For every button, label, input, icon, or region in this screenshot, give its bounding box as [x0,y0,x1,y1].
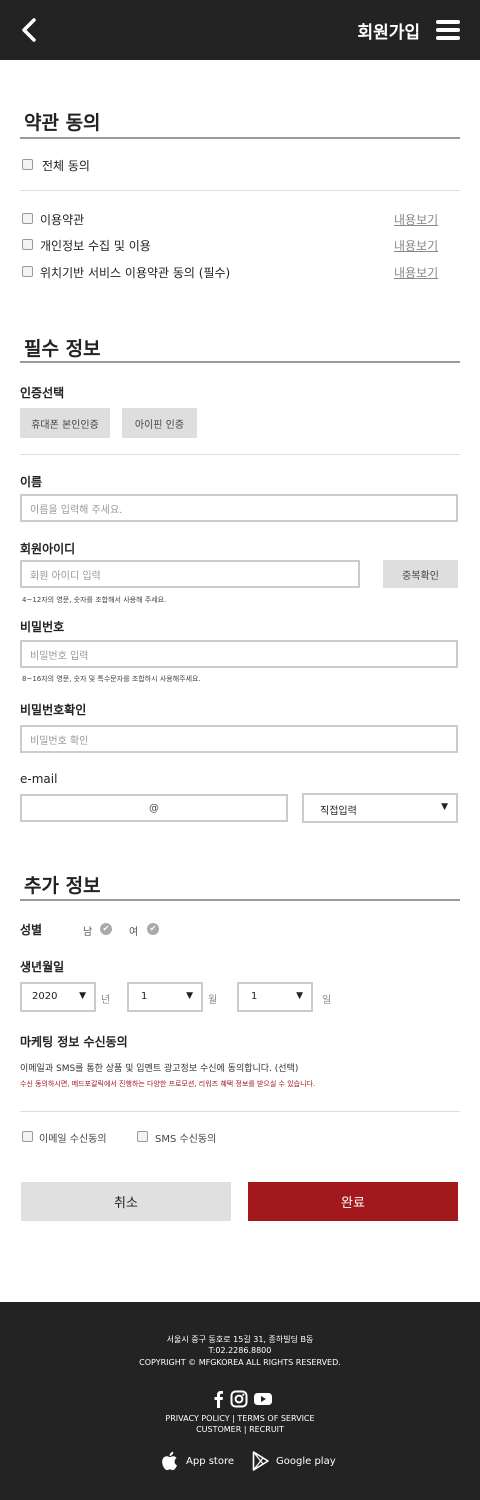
privacy-checkbox[interactable] [22,239,33,250]
id-input[interactable]: 회원 아이디 입력 [20,560,360,588]
section-divider [20,137,460,139]
dropdown-arrow-icon: ▼ [296,991,303,1001]
footer-links-secondary[interactable]: CUSTOMER | RECRUIT [0,1425,480,1434]
app-store-label: App store [186,1455,235,1467]
top-header: 회원가입 [0,0,480,60]
day-unit: 일 [322,995,332,1006]
year-unit: 년 [101,995,111,1006]
instagram-icon[interactable] [230,1390,248,1408]
id-label: 회원아이디 [20,542,76,556]
sms-consent-checkbox[interactable] [137,1131,148,1142]
agree-all-label: 전체 동의 [42,159,90,173]
footer: 서울시 중구 동호로 15길 31, 종하빌딩 B동 T:02.2286.880… [0,1302,480,1500]
divider [20,454,460,455]
location-label: 위치기반 서비스 이용약관 동의 (필수) [40,266,231,280]
page-title: 회원가입 [357,23,420,43]
footer-copyright: COPYRIGHT © MFGKOREA ALL RIGHTS RESERVED… [139,1358,341,1367]
cancel-button[interactable]: 취소 [21,1182,231,1221]
email-domain-select[interactable]: 직접입력 ▼ [302,793,458,823]
birth-day-value: 1 [251,991,258,1002]
birth-day-select[interactable]: 1 ▼ [237,982,313,1012]
month-unit: 월 [208,995,218,1006]
password-input[interactable]: 비밀번호 입력 [20,640,458,668]
facebook-icon[interactable] [210,1390,228,1408]
terms-section-title: 약관 동의 [24,112,101,134]
google-play-icon [252,1451,269,1471]
name-label: 이름 [20,475,43,489]
email-domain-value: 직접입력 [320,806,357,817]
female-label: 여 [129,927,139,938]
birth-month-select[interactable]: 1 ▼ [127,982,203,1012]
id-help-text: 4~12자의 영문, 숫자를 조합해서 사용해 주세요. [22,596,167,604]
password-confirm-input[interactable]: 비밀번호 확인 [20,725,458,753]
required-section-title: 필수 정보 [24,338,101,360]
hamburger-menu-icon[interactable] [436,20,460,40]
email-consent-label: 이메일 수신동의 [39,1134,107,1145]
google-play-label: Google play [276,1455,336,1467]
divider [20,190,460,191]
app-store-link[interactable]: App store [160,1450,234,1472]
privacy-view-link[interactable]: 내용보기 [394,237,438,254]
name-input[interactable]: 이름을 입력해 주세요. [20,494,458,522]
ipin-auth-button[interactable]: 아이핀 인증 [122,408,197,438]
birth-month-value: 1 [141,991,148,1002]
id-check-button[interactable]: 중복확인 [383,560,458,588]
google-play-link[interactable]: Google play [252,1450,336,1472]
chevron-left-icon[interactable] [16,14,44,46]
done-button[interactable]: 완료 [248,1182,458,1221]
dropdown-arrow-icon: ▼ [186,991,193,1001]
dropdown-arrow-icon: ▼ [441,802,448,812]
footer-tel: T:02.2286.8800 [208,1346,272,1355]
youtube-icon[interactable] [253,1390,273,1408]
phone-auth-button[interactable]: 휴대폰 본인인증 [20,408,110,438]
sms-consent-label: SMS 수신동의 [155,1134,217,1145]
agree-all-checkbox[interactable] [22,159,33,170]
apple-icon [162,1451,177,1471]
section-divider [20,361,460,363]
section-divider [20,899,460,901]
male-label: 남 [83,927,93,938]
footer-links-primary[interactable]: PRIVACY POLICY | TERMS OF SERVICE [0,1414,480,1423]
terms-view-link[interactable]: 내용보기 [394,211,438,228]
password-help-text: 8~16자의 영문, 숫자 및 특수문자를 조합하시 사용해주세요. [22,675,201,683]
divider [20,1111,460,1112]
location-view-link[interactable]: 내용보기 [394,264,438,281]
birth-year-select[interactable]: 2020 ▼ [20,982,96,1012]
password-label: 비밀번호 [20,620,65,634]
email-input[interactable]: @ [20,794,288,822]
terms-checkbox[interactable] [22,213,33,224]
privacy-label: 개인정보 수집 및 이용 [40,239,151,253]
female-check-icon[interactable]: ✔ [147,923,159,935]
email-consent-checkbox[interactable] [22,1131,33,1142]
footer-address: 서울시 중구 동호로 15길 31, 종하빌딩 B동 [166,1335,314,1344]
birth-year-value: 2020 [32,991,58,1002]
marketing-label: 마케팅 정보 수신동의 [20,1035,128,1049]
terms-label: 이용약관 [40,213,85,227]
password-confirm-label: 비밀번호확인 [20,703,87,717]
auth-label: 인증선택 [20,386,65,400]
marketing-note: 수신 동의하시면, 메드포갈릭에서 진행하는 다양한 프로모션, 리워즈 혜택 … [20,1080,316,1088]
dropdown-arrow-icon: ▼ [79,991,86,1001]
gender-label: 성별 [20,923,43,937]
marketing-desc: 이메일과 SMS를 통한 상품 및 입멘트 광고정보 수신에 동의합니다. (선… [20,1064,299,1074]
birth-label: 생년월일 [20,960,65,974]
extra-section-title: 추가 정보 [24,875,101,897]
email-label: e-mail [20,772,58,786]
male-check-icon[interactable]: ✔ [100,923,112,935]
location-checkbox[interactable] [22,266,33,277]
